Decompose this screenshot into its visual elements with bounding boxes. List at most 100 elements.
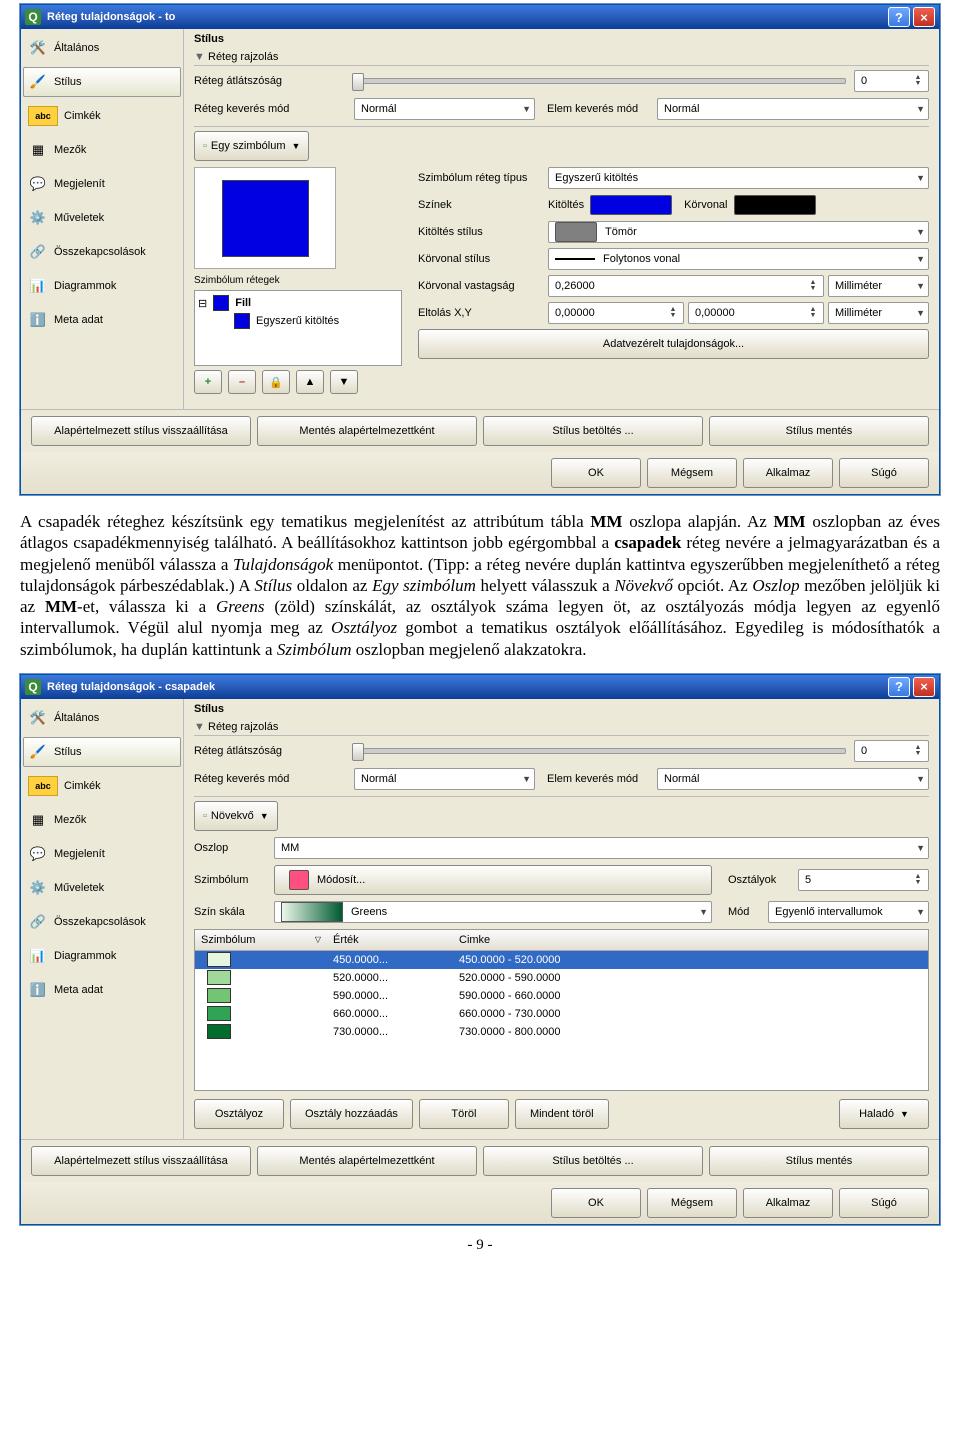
lock-button[interactable]: 🔒 bbox=[262, 370, 290, 394]
close-icon[interactable]: × bbox=[913, 7, 935, 27]
layer-drawing-collapse[interactable]: ▼Réteg rajzolás bbox=[194, 719, 929, 736]
save-style-button[interactable]: Stílus mentés bbox=[709, 416, 929, 446]
outline-width-spinbox[interactable]: 0,26000▲▼ bbox=[548, 275, 824, 297]
table-row[interactable]: 520.0000... 520.0000 - 590.0000 bbox=[195, 969, 928, 987]
sidebar-item-labels[interactable]: abcCimkék bbox=[23, 101, 181, 131]
load-style-button[interactable]: Stílus betöltés ... bbox=[483, 1146, 703, 1176]
spin-value: 5 bbox=[805, 874, 811, 886]
sidebar-item-joins[interactable]: 🔗Összekapcsolások bbox=[23, 907, 181, 937]
outline-color-picker[interactable] bbox=[734, 195, 816, 215]
advanced-button[interactable]: Haladó▼ bbox=[839, 1099, 929, 1129]
table-row[interactable]: 730.0000... 730.0000 - 800.0000 bbox=[195, 1023, 928, 1041]
button-label: Súgó bbox=[871, 467, 897, 479]
help-button[interactable]: Súgó bbox=[839, 1188, 929, 1218]
sidebar-item-actions[interactable]: ⚙️Műveletek bbox=[23, 203, 181, 233]
modify-symbol-button[interactable]: Módosít... bbox=[274, 865, 712, 895]
sidebar-item-metadata[interactable]: ℹ️Meta adat bbox=[23, 975, 181, 1005]
offset-y-spinbox[interactable]: 0,00000▲▼ bbox=[688, 302, 824, 324]
fill-color-picker[interactable] bbox=[590, 195, 672, 215]
sidebar-item-style[interactable]: 🖌️Stílus bbox=[23, 737, 181, 767]
titlebar[interactable]: Q Réteg tulajdonságok - to ? × bbox=[21, 5, 939, 29]
sym-type-combo[interactable]: Egyszerű kitöltés▼ bbox=[548, 167, 929, 189]
chevron-down-icon: ▼ bbox=[916, 907, 925, 917]
outline-style-combo[interactable]: Folytonos vonal▼ bbox=[548, 248, 929, 270]
remove-layer-button[interactable]: – bbox=[228, 370, 256, 394]
table-row[interactable]: 590.0000... 590.0000 - 660.0000 bbox=[195, 987, 928, 1005]
button-label: OK bbox=[588, 467, 604, 479]
opacity-slider[interactable] bbox=[354, 748, 846, 754]
blend-layer-combo[interactable]: Normál▼ bbox=[354, 768, 535, 790]
sidebar-item-display[interactable]: 💬Megjelenít bbox=[23, 169, 181, 199]
opacity-spinbox[interactable]: 0▲▼ bbox=[854, 70, 929, 92]
ok-button[interactable]: OK bbox=[551, 458, 641, 488]
offset-unit-combo[interactable]: Milliméter▼ bbox=[828, 302, 929, 324]
color-ramp-combo[interactable]: Greens▼ bbox=[274, 901, 712, 923]
add-class-button[interactable]: Osztály hozzáadás bbox=[290, 1099, 413, 1129]
sidebar-item-general[interactable]: 🛠️Általános bbox=[23, 703, 181, 733]
move-up-button[interactable]: ▲ bbox=[296, 370, 324, 394]
header-label[interactable]: Cimke bbox=[453, 934, 928, 946]
table-header: Szimbólum▽ Érték Cimke bbox=[195, 930, 928, 951]
color-swatch-icon bbox=[207, 1024, 231, 1039]
tree-root[interactable]: ⊟Fill bbox=[198, 294, 398, 312]
layer-drawing-collapse[interactable]: ▼Réteg rajzolás bbox=[194, 49, 929, 66]
blend-elem-combo[interactable]: Normál▼ bbox=[657, 768, 929, 790]
apply-button[interactable]: Alkalmaz bbox=[743, 458, 833, 488]
apply-button[interactable]: Alkalmaz bbox=[743, 1188, 833, 1218]
close-icon[interactable]: × bbox=[913, 677, 935, 697]
titlebar-text: Réteg tulajdonságok - to bbox=[47, 11, 175, 23]
delete-button[interactable]: Töröl bbox=[419, 1099, 509, 1129]
titlebar[interactable]: Q Réteg tulajdonságok - csapadek ? × bbox=[21, 675, 939, 699]
combo-value: Milliméter bbox=[835, 280, 882, 292]
save-default-button[interactable]: Mentés alapértelmezettként bbox=[257, 1146, 477, 1176]
fill-style-combo[interactable]: Tömör▼ bbox=[548, 221, 929, 243]
sidebar-item-labels[interactable]: abcCimkék bbox=[23, 771, 181, 801]
classes-spinbox[interactable]: 5▲▼ bbox=[798, 869, 929, 891]
move-down-button[interactable]: ▼ bbox=[330, 370, 358, 394]
ok-button[interactable]: OK bbox=[551, 1188, 641, 1218]
sidebar-item-actions[interactable]: ⚙️Műveletek bbox=[23, 873, 181, 903]
cancel-button[interactable]: Mégsem bbox=[647, 458, 737, 488]
tree-child[interactable]: Egyszerű kitöltés bbox=[198, 312, 398, 330]
sidebar-item-style[interactable]: 🖌️Stílus bbox=[23, 67, 181, 97]
opacity-spinbox[interactable]: 0▲▼ bbox=[854, 740, 929, 762]
header-symbol[interactable]: Szimbólum▽ bbox=[195, 934, 327, 946]
table-row[interactable]: 660.0000... 660.0000 - 730.0000 bbox=[195, 1005, 928, 1023]
sidebar-item-label: Mezők bbox=[54, 814, 86, 826]
outline-width-unit-combo[interactable]: Milliméter▼ bbox=[828, 275, 929, 297]
save-style-button[interactable]: Stílus mentés bbox=[709, 1146, 929, 1176]
sidebar-item-fields[interactable]: ▦Mezők bbox=[23, 135, 181, 165]
help-icon[interactable]: ? bbox=[888, 677, 910, 697]
add-layer-button[interactable]: + bbox=[194, 370, 222, 394]
save-default-button[interactable]: Mentés alapértelmezettként bbox=[257, 416, 477, 446]
symbol-layers-tree[interactable]: ⊟Fill Egyszerű kitöltés bbox=[194, 290, 402, 366]
sidebar-item-metadata[interactable]: ℹ️Meta adat bbox=[23, 305, 181, 335]
sidebar-item-diagrams[interactable]: 📊Diagrammok bbox=[23, 271, 181, 301]
column-combo[interactable]: MM▼ bbox=[274, 837, 929, 859]
sidebar-item-joins[interactable]: 🔗Összekapcsolások bbox=[23, 237, 181, 267]
sidebar-item-display[interactable]: 💬Megjelenít bbox=[23, 839, 181, 869]
sidebar-item-diagrams[interactable]: 📊Diagrammok bbox=[23, 941, 181, 971]
sidebar-item-general[interactable]: 🛠️Általános bbox=[23, 33, 181, 63]
sidebar-item-label: Meta adat bbox=[54, 984, 103, 996]
blend-elem-combo[interactable]: Normál▼ bbox=[657, 98, 929, 120]
blend-layer-combo[interactable]: Normál▼ bbox=[354, 98, 535, 120]
restore-default-button[interactable]: Alapértelmezett stílus visszaállítása bbox=[31, 1146, 251, 1176]
cancel-button[interactable]: Mégsem bbox=[647, 1188, 737, 1218]
help-icon[interactable]: ? bbox=[888, 7, 910, 27]
offset-x-spinbox[interactable]: 0,00000▲▼ bbox=[548, 302, 684, 324]
opacity-slider[interactable] bbox=[354, 78, 846, 84]
symbol-mode-button[interactable]: ▫ Egy szimbólum ▼ bbox=[194, 131, 309, 161]
help-button[interactable]: Súgó bbox=[839, 458, 929, 488]
classify-button[interactable]: Osztályoz bbox=[194, 1099, 284, 1129]
delete-all-button[interactable]: Mindent töröl bbox=[515, 1099, 609, 1129]
class-table[interactable]: Szimbólum▽ Érték Cimke 450.0000... 450.0… bbox=[194, 929, 929, 1091]
table-row[interactable]: 450.0000... 450.0000 - 520.0000 bbox=[195, 951, 928, 969]
header-value[interactable]: Érték bbox=[327, 934, 453, 946]
restore-default-button[interactable]: Alapértelmezett stílus visszaállítása bbox=[31, 416, 251, 446]
mode-combo[interactable]: Egyenlő intervallumok▼ bbox=[768, 901, 929, 923]
sidebar-item-fields[interactable]: ▦Mezők bbox=[23, 805, 181, 835]
load-style-button[interactable]: Stílus betöltés ... bbox=[483, 416, 703, 446]
symbol-mode-button[interactable]: ▫ Növekvő ▼ bbox=[194, 801, 278, 831]
data-defined-button[interactable]: Adatvezérelt tulajdonságok... bbox=[418, 329, 929, 359]
